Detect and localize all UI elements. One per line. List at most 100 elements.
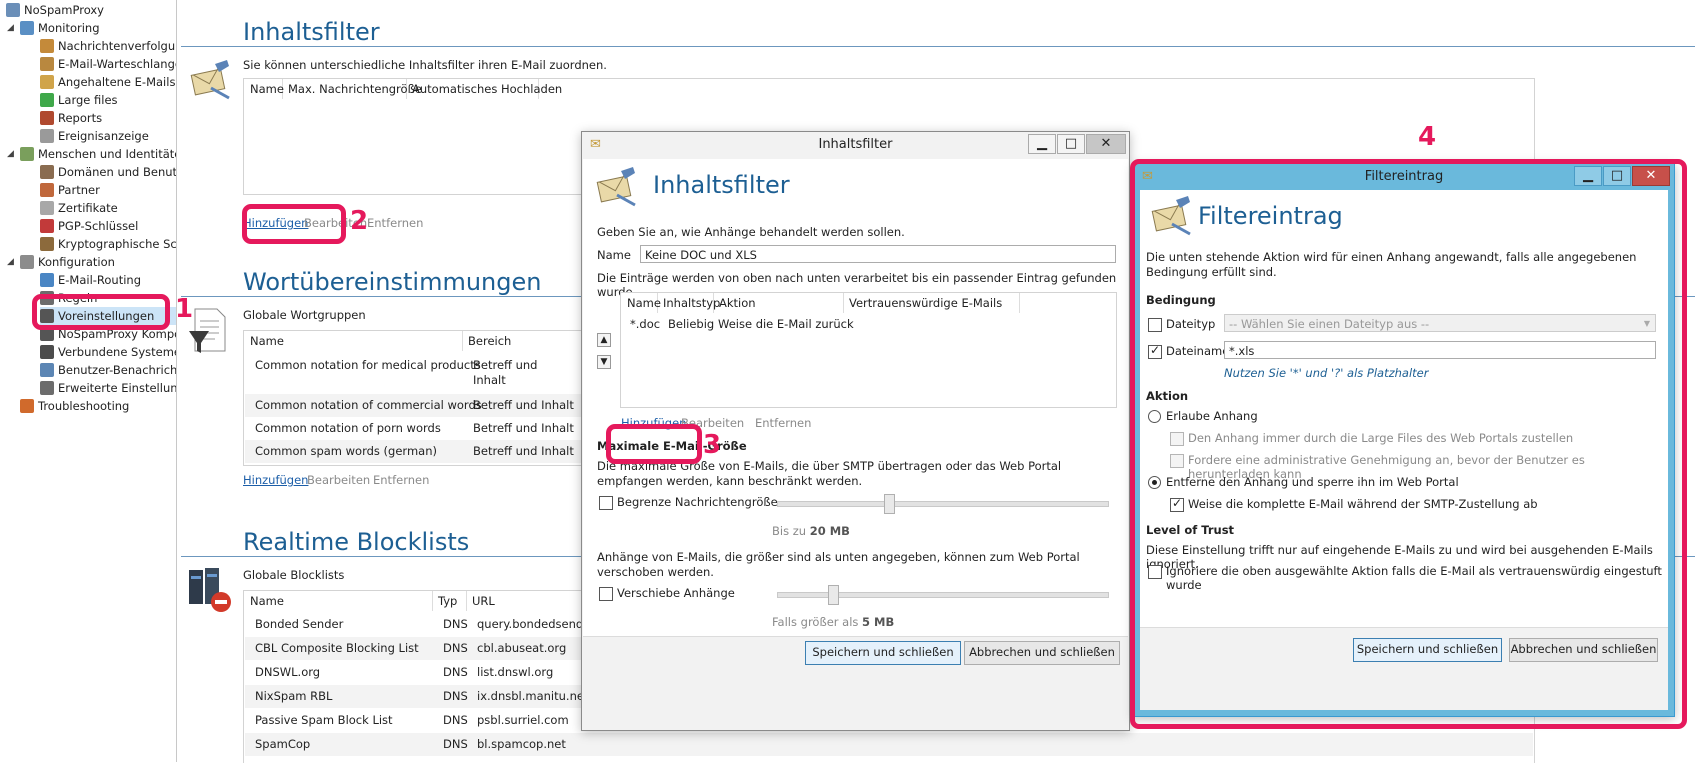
tree-item[interactable]: Kryptographische Schlüssel: [40, 235, 176, 253]
tree-item-icon: [40, 273, 54, 287]
row-name: Passive Spam Block List: [255, 713, 393, 727]
column-header[interactable]: Name: [244, 591, 433, 611]
tree-item-icon: [40, 39, 54, 53]
cancel-and-close-button[interactable]: Abbrechen und schließen: [964, 641, 1120, 665]
annotation-number-4: 4: [1418, 122, 1437, 152]
tree-item-icon: [40, 219, 54, 233]
section-divider: [181, 46, 1695, 47]
tree-item[interactable]: Konfiguration: [20, 253, 176, 271]
row-url: list.dnswl.org: [477, 665, 554, 679]
tree-item-label: E-Mail-Warteschlangen: [58, 57, 176, 71]
annotation-number-2: 2: [350, 206, 369, 236]
tree-item[interactable]: E-Mail-Routing: [40, 271, 176, 289]
section-title-wortuebereinstimmungen: Wortübereinstimmungen: [243, 268, 542, 296]
table-row[interactable]: *.doc Beliebig Weise die E-Mail zurück: [622, 313, 1115, 336]
tree-item-label: Zertifikate: [58, 201, 118, 215]
tree-item[interactable]: E-Mail-Warteschlangen: [40, 55, 176, 73]
move-up-button[interactable]: ▲: [597, 333, 611, 347]
tree-item-icon: [40, 75, 54, 89]
max-size-prefix: Bis zu: [772, 524, 810, 538]
max-size-slider-thumb[interactable]: [884, 494, 896, 514]
move-attachments-checkbox[interactable]: [599, 587, 613, 601]
expand-arrow-icon[interactable]: ◢: [7, 149, 14, 159]
close-button[interactable]: ✕: [1086, 134, 1126, 154]
filter-entries-table: Name Inhaltstyp Aktion Vertrauenswürdige…: [620, 292, 1117, 408]
column-header[interactable]: Vertrauenswürdige E-Mails: [843, 293, 1020, 313]
minimize-button[interactable]: ▁: [1028, 134, 1056, 154]
table-row[interactable]: SpamCop DNS bl.spamcop.net: [245, 733, 1533, 756]
tree-item[interactable]: Verbundene Systeme: [40, 343, 176, 361]
row-name: Common notation of porn words: [255, 421, 441, 435]
tree-item[interactable]: NoSpamProxy: [6, 1, 176, 19]
navigation-tree: NoSpamProxy ◢ Monitoring Nachrichtenverfolg…: [0, 0, 177, 762]
row-name: DNSWL.org: [255, 665, 321, 679]
dialog-titlebar[interactable]: ✉ Inhaltsfilter ▁ □ ✕: [582, 132, 1129, 158]
column-header[interactable]: Typ: [432, 591, 467, 611]
section-subtitle: Globale Wortgruppen: [243, 308, 366, 322]
tree-item[interactable]: Benutzer-Benachrichtigungen: [40, 361, 176, 379]
tree-item-icon: [40, 183, 54, 197]
tree-item[interactable]: Partner: [40, 181, 176, 199]
add-word-group-link[interactable]: Hinzufügen: [243, 473, 308, 487]
row-type: DNS: [443, 617, 468, 631]
filter-name-input[interactable]: Keine DOC und XLS: [640, 245, 1116, 263]
column-header[interactable]: Max. Nachrichtengröße: [282, 79, 422, 99]
tree-item-label: Erweiterte Einstellungen: [58, 381, 176, 395]
remove-content-filter-link[interactable]: Entfernen: [367, 216, 423, 230]
save-and-close-button[interactable]: Speichern und schließen: [805, 641, 961, 665]
tree-item[interactable]: Reports: [40, 109, 176, 127]
column-header[interactable]: Inhaltstyp: [657, 293, 720, 313]
max-size-value: Bis zu 20 MB: [772, 524, 850, 538]
expand-arrow-icon[interactable]: ◢: [7, 257, 14, 267]
tree-item[interactable]: Menschen und Identitäten: [20, 145, 176, 163]
column-header[interactable]: Aktion: [713, 293, 844, 313]
column-header[interactable]: Name: [621, 293, 661, 313]
tree-item[interactable]: Erweiterte Einstellungen: [40, 379, 176, 397]
tree-item[interactable]: Zertifikate: [40, 199, 176, 217]
max-size-slider[interactable]: [777, 501, 1109, 507]
tree-item-label: Ereignisanzeige: [58, 129, 149, 143]
tree-item[interactable]: Large files: [40, 91, 176, 109]
tree-item[interactable]: Ereignisanzeige: [40, 127, 176, 145]
tree-item-icon: [20, 399, 34, 413]
highlight-add-entry: [606, 424, 702, 464]
row-type: DNS: [443, 713, 468, 727]
tree-item[interactable]: Domänen und Benutzer: [40, 163, 176, 181]
row-scope: Betreff und Inhalt: [473, 421, 574, 435]
row-type: DNS: [443, 665, 468, 679]
server-block-icon: [185, 566, 233, 617]
tree-item[interactable]: Nachrichtenverfolgung: [40, 37, 176, 55]
tree-item-icon: [40, 201, 54, 215]
tree-item-icon: [20, 255, 34, 269]
attachment-size-prefix: Falls größer als: [772, 615, 863, 629]
tree-item-icon: [40, 57, 54, 71]
attachment-size-slider-thumb[interactable]: [828, 585, 840, 605]
envelope-filter-icon: [595, 165, 639, 212]
maximize-button[interactable]: □: [1057, 134, 1085, 154]
tree-item-label: Angehaltene E-Mails: [58, 75, 176, 89]
remove-word-group-link[interactable]: Entfernen: [373, 473, 429, 487]
tree-item-label: NoSpamProxy: [24, 3, 104, 17]
dialog-intro: Geben Sie an, wie Anhänge behandelt werd…: [597, 225, 905, 239]
tree-item[interactable]: Monitoring: [20, 19, 176, 37]
tree-item-icon: [40, 237, 54, 251]
row-name: Common notation of commercial words: [255, 398, 482, 412]
remove-entry-link[interactable]: Entfernen: [755, 416, 811, 430]
expand-arrow-icon[interactable]: ◢: [7, 23, 14, 33]
tree-item[interactable]: Troubleshooting: [20, 397, 176, 415]
section-description: Sie können unterschiedliche Inhaltsfilte…: [243, 58, 607, 72]
row-type: DNS: [443, 689, 468, 703]
tree-item[interactable]: Angehaltene E-Mails: [40, 73, 176, 91]
move-down-button[interactable]: ▼: [597, 355, 611, 369]
attachment-size-slider[interactable]: [777, 592, 1109, 598]
edit-word-group-link[interactable]: Bearbeiten: [307, 473, 370, 487]
limit-size-checkbox[interactable]: [599, 496, 613, 510]
tree-item-icon: [40, 381, 54, 395]
attachments-text: Anhänge von E-Mails, die größer sind als…: [597, 550, 1080, 579]
tree-item[interactable]: PGP-Schlüssel: [40, 217, 176, 235]
column-header[interactable]: Name: [244, 331, 463, 351]
tree-item-label: Kryptographische Schlüssel: [58, 237, 176, 251]
column-header[interactable]: Automatisches Hochladen: [406, 79, 562, 99]
dialog-window-title: Inhaltsfilter: [818, 137, 893, 152]
column-header[interactable]: Name: [244, 79, 284, 99]
